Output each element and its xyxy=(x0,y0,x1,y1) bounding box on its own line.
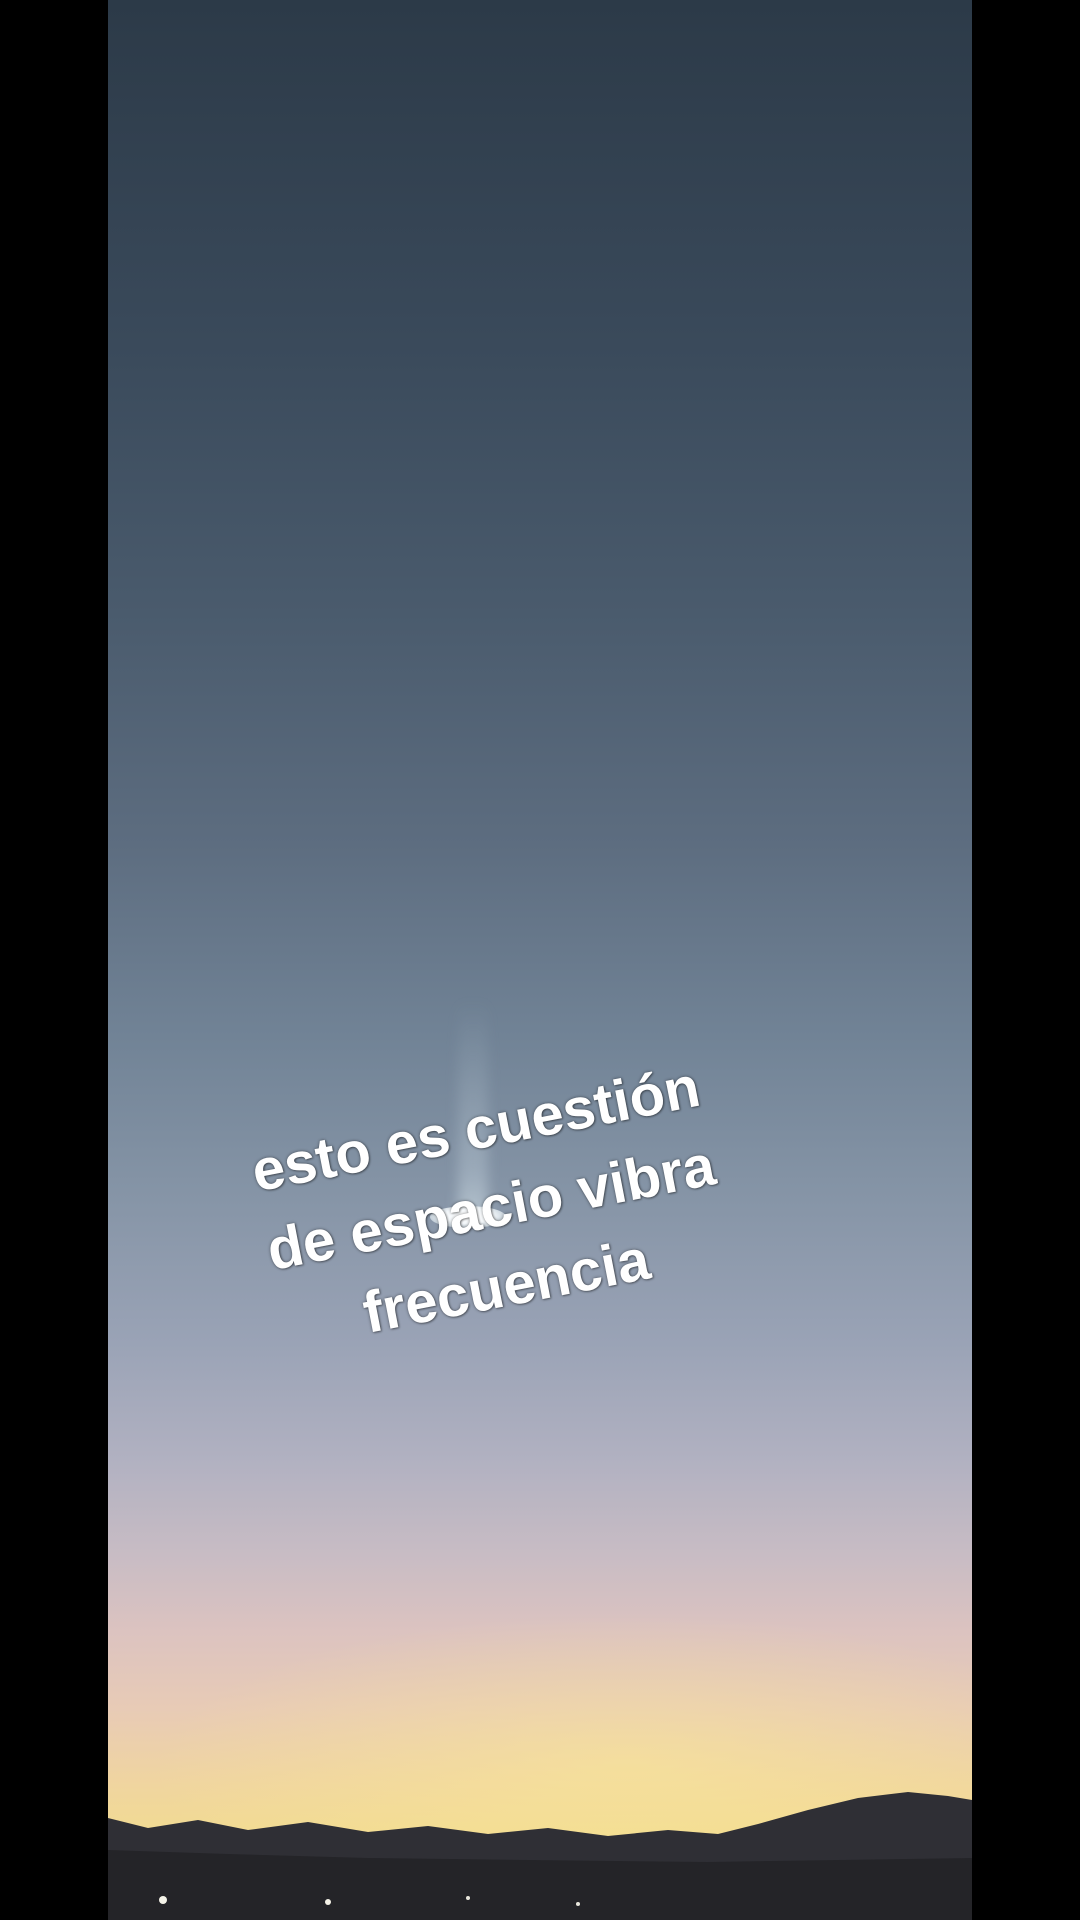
city-light xyxy=(576,1902,580,1906)
city-light xyxy=(325,1899,331,1905)
city-light xyxy=(466,1896,470,1900)
sky-video[interactable]: esto es cuestión de espacio vibra frecue… xyxy=(108,0,972,1920)
mountain-silhouette xyxy=(108,1792,972,1920)
city-light xyxy=(159,1896,167,1904)
caption-text: esto es cuestión de espacio vibra frecue… xyxy=(213,1041,769,1376)
video-frame: esto es cuestión de espacio vibra frecue… xyxy=(0,0,1080,1920)
